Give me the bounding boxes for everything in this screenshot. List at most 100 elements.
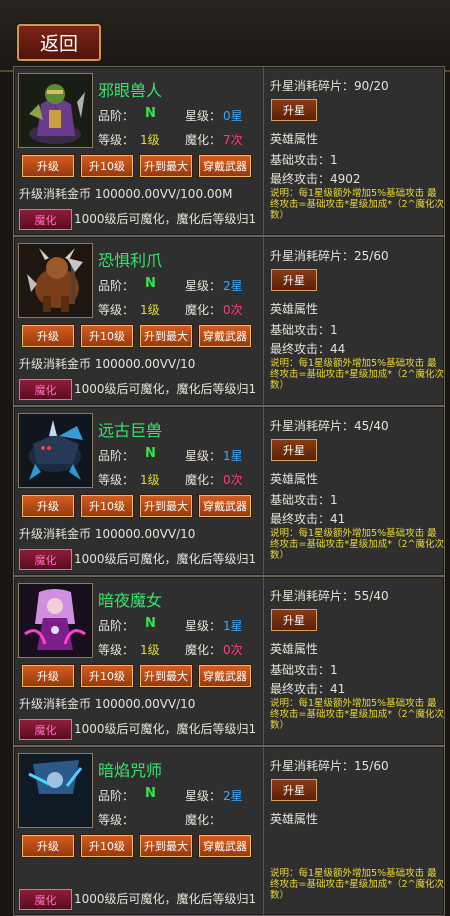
hero-name: 邪眼兽人: [98, 81, 163, 100]
attribute-title: 英雄属性: [270, 642, 319, 656]
star-fragment-cost: 升星消耗碎片：15/60: [270, 759, 389, 773]
demon-value: 0次: [223, 303, 243, 317]
demonize-button[interactable]: 魔化: [19, 889, 72, 910]
attack-formula-note: 说明：每1星级额外增加5%基础攻击 最终攻击=基础攻击*星级加成*（2^魔化次数…: [270, 188, 444, 221]
star-value: 1星: [223, 449, 243, 463]
upgrade-button[interactable]: 升级: [22, 665, 74, 687]
equip-weapon-button[interactable]: 穿戴武器: [199, 495, 251, 517]
upgrade-cost: 升级消耗金币 100000.00VV/10: [19, 527, 196, 541]
base-attack: 基础攻击：1: [270, 493, 338, 507]
level-label: 等级：: [98, 133, 135, 147]
upgrade-max-button[interactable]: 升到最大: [140, 155, 192, 177]
upgrade-max-button[interactable]: 升到最大: [140, 835, 192, 857]
hero-portrait[interactable]: [18, 753, 93, 828]
star-fragment-cost: 升星消耗碎片：55/40: [270, 589, 389, 603]
back-button[interactable]: 返回: [17, 24, 101, 61]
star-up-button[interactable]: 升星: [271, 609, 317, 631]
star-fragment-cost: 升星消耗碎片：25/60: [270, 249, 389, 263]
star-fragment-cost: 升星消耗碎片：90/20: [270, 79, 389, 93]
star-label: 星级：: [185, 619, 222, 633]
demonize-note: 1000级后可魔化，魔化后等级归1: [74, 212, 257, 226]
star-up-button[interactable]: 升星: [271, 99, 317, 121]
attribute-title: 英雄属性: [270, 812, 319, 826]
attack-formula-note: 说明：每1星级额外增加5%基础攻击 最终攻击=基础攻击*星级加成*（2^魔化次数…: [270, 868, 444, 901]
attribute-title: 英雄属性: [270, 302, 319, 316]
hero-attribute-panel: 升星消耗碎片：55/40 升星 英雄属性 基础攻击：1 最终攻击：41 说明：每…: [266, 577, 444, 745]
hero-attribute-panel: 升星消耗碎片：15/60 升星 英雄属性 说明：每1星级额外增加5%基础攻击 最…: [266, 747, 444, 915]
demon-label: 魔化：: [185, 643, 222, 657]
hero-attribute-panel: 升星消耗碎片：90/20 升星 英雄属性 基础攻击：1 最终攻击：4902 说明…: [266, 67, 444, 235]
star-value: 0星: [223, 109, 243, 123]
demonize-button[interactable]: 魔化: [19, 379, 72, 400]
rank-value: N: [145, 106, 156, 121]
demonize-button[interactable]: 魔化: [19, 719, 72, 740]
attack-formula-note: 说明：每1星级额外增加5%基础攻击 最终攻击=基础攻击*星级加成*（2^魔化次数…: [270, 698, 444, 731]
star-up-button[interactable]: 升星: [271, 779, 317, 801]
hero-info-panel: 暗焰咒师 品阶： N 星级： 2星 等级： 魔化： 升级 升10级 升到最大 穿…: [14, 747, 264, 915]
equip-weapon-button[interactable]: 穿戴武器: [199, 155, 251, 177]
final-attack: 最终攻击：41: [270, 682, 346, 696]
upgrade-max-button[interactable]: 升到最大: [140, 495, 192, 517]
rank-value: N: [145, 616, 156, 631]
star-value: 2星: [223, 789, 243, 803]
hero-attribute-panel: 升星消耗碎片：45/40 升星 英雄属性 基础攻击：1 最终攻击：41 说明：每…: [266, 407, 444, 575]
base-attack: 基础攻击：1: [270, 323, 338, 337]
hero-card: 暗焰咒师 品阶： N 星级： 2星 等级： 魔化： 升级 升10级 升到最大 穿…: [13, 746, 445, 916]
rank-label: 品阶：: [98, 449, 135, 463]
demon-label: 魔化：: [185, 303, 222, 317]
hero-name: 远古巨兽: [98, 421, 163, 440]
hero-portrait[interactable]: [18, 413, 93, 488]
demon-label: 魔化：: [185, 473, 222, 487]
demonize-note: 1000级后可魔化，魔化后等级归1: [74, 892, 257, 906]
upgrade-button[interactable]: 升级: [22, 835, 74, 857]
demonize-button[interactable]: 魔化: [19, 549, 72, 570]
star-up-button[interactable]: 升星: [271, 439, 317, 461]
demon-value: 0次: [223, 473, 243, 487]
attack-formula-note: 说明：每1星级额外增加5%基础攻击 最终攻击=基础攻击*星级加成*（2^魔化次数…: [270, 358, 444, 391]
upgrade-10-button[interactable]: 升10级: [81, 495, 133, 517]
level-label: 等级：: [98, 303, 135, 317]
attribute-title: 英雄属性: [270, 132, 319, 146]
top-bar: 返回: [0, 0, 450, 72]
equip-weapon-button[interactable]: 穿戴武器: [199, 325, 251, 347]
demonize-note: 1000级后可魔化，魔化后等级归1: [74, 552, 257, 566]
upgrade-max-button[interactable]: 升到最大: [140, 665, 192, 687]
demon-value: 7次: [223, 133, 243, 147]
rank-label: 品阶：: [98, 109, 135, 123]
star-up-button[interactable]: 升星: [271, 269, 317, 291]
demon-label: 魔化：: [185, 133, 222, 147]
upgrade-max-button[interactable]: 升到最大: [140, 325, 192, 347]
hero-info-panel: 暗夜魔女 品阶： N 星级： 1星 等级： 1级 魔化： 0次 升级 升10级 …: [14, 577, 264, 745]
hero-portrait[interactable]: [18, 73, 93, 148]
upgrade-cost: 升级消耗金币 100000.00VV/10: [19, 357, 196, 371]
upgrade-10-button[interactable]: 升10级: [81, 835, 133, 857]
upgrade-button[interactable]: 升级: [22, 155, 74, 177]
level-label: 等级：: [98, 813, 135, 827]
hero-attribute-panel: 升星消耗碎片：25/60 升星 英雄属性 基础攻击：1 最终攻击：44 说明：每…: [266, 237, 444, 405]
demonize-button[interactable]: 魔化: [19, 209, 72, 230]
attack-formula-note: 说明：每1星级额外增加5%基础攻击 最终攻击=基础攻击*星级加成*（2^魔化次数…: [270, 528, 444, 561]
upgrade-10-button[interactable]: 升10级: [81, 325, 133, 347]
rank-label: 品阶：: [98, 789, 135, 803]
hero-portrait[interactable]: [18, 243, 93, 318]
hero-info-panel: 远古巨兽 品阶： N 星级： 1星 等级： 1级 魔化： 0次 升级 升10级 …: [14, 407, 264, 575]
level-value: 1级: [140, 133, 160, 147]
star-label: 星级：: [185, 789, 222, 803]
hero-name: 暗焰咒师: [98, 761, 163, 780]
rank-label: 品阶：: [98, 279, 135, 293]
equip-weapon-button[interactable]: 穿戴武器: [199, 835, 251, 857]
level-value: 1级: [140, 303, 160, 317]
upgrade-button[interactable]: 升级: [22, 325, 74, 347]
demon-value: 0次: [223, 643, 243, 657]
upgrade-cost: 升级消耗金币 100000.00VV/10: [19, 697, 196, 711]
level-label: 等级：: [98, 473, 135, 487]
hero-card: 远古巨兽 品阶： N 星级： 1星 等级： 1级 魔化： 0次 升级 升10级 …: [13, 406, 445, 576]
base-attack: 基础攻击：1: [270, 663, 338, 677]
upgrade-10-button[interactable]: 升10级: [81, 665, 133, 687]
upgrade-button[interactable]: 升级: [22, 495, 74, 517]
hero-info-panel: 邪眼兽人 品阶： N 星级： 0星 等级： 1级 魔化： 7次 升级 升10级 …: [14, 67, 264, 235]
rank-value: N: [145, 786, 156, 801]
equip-weapon-button[interactable]: 穿戴武器: [199, 665, 251, 687]
hero-portrait[interactable]: [18, 583, 93, 658]
upgrade-10-button[interactable]: 升10级: [81, 155, 133, 177]
